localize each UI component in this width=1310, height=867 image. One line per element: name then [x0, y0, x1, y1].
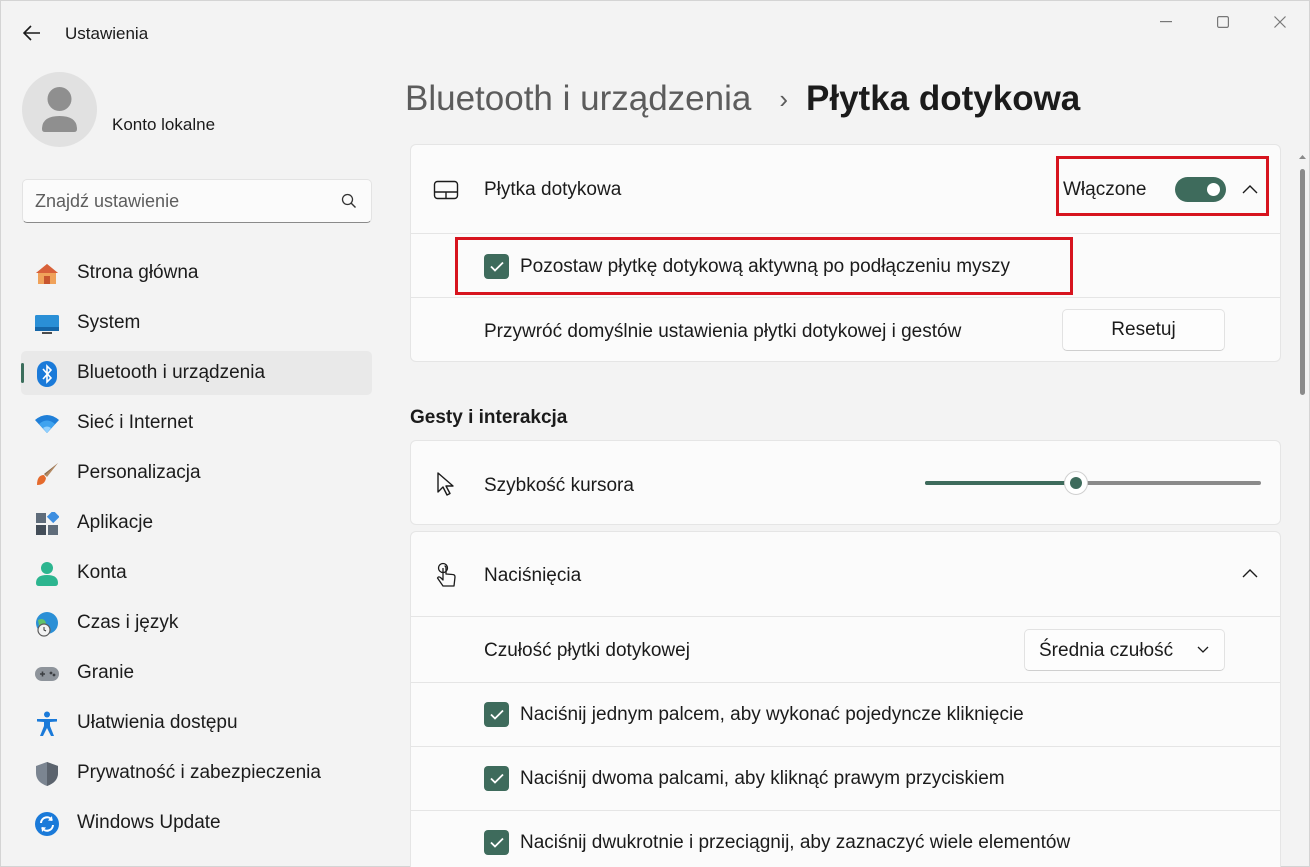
close-icon [1274, 16, 1286, 28]
wifi-icon [34, 411, 60, 437]
touchpad-title: Płytka dotykowa [484, 179, 622, 200]
sidebar-item-label: Windows Update [77, 812, 221, 833]
minimize-button[interactable] [1143, 9, 1189, 35]
sidebar-item-personalization[interactable]: Personalizacja [21, 451, 372, 495]
double-tap-drag-checkbox[interactable] [484, 830, 509, 855]
section-title-gestures: Gesty i interakcja [410, 407, 568, 428]
checkmark-icon [489, 837, 504, 848]
taps-card: Naciśnięcia Czułość płytki dotykowej Śre… [410, 531, 1281, 867]
bluetooth-icon [34, 361, 60, 387]
cursor-speed-label: Szybkość kursora [484, 475, 634, 496]
taps-header-row[interactable]: Naciśnięcia [411, 532, 1280, 616]
tap-option-row: Naciśnij jednym palcem, aby wykonać poje… [411, 682, 1280, 746]
sidebar-item-gaming[interactable]: Granie [21, 651, 372, 695]
sidebar-item-label: Czas i język [77, 612, 179, 633]
sidebar-nav: Strona główna System Bluetooth i urządze… [21, 251, 372, 851]
app-title: Ustawienia [65, 24, 149, 43]
highlight-checkbox-annotation [455, 237, 1073, 295]
breadcrumb-parent-link[interactable]: Bluetooth i urządzenia [405, 79, 751, 119]
sidebar-item-label: Granie [77, 662, 135, 683]
scrollbar[interactable] [1298, 149, 1307, 859]
reset-row-label: Przywróć domyślnie ustawienia płytki dot… [484, 321, 962, 342]
sensitivity-row: Czułość płytki dotykowej Średnia czułość [411, 616, 1280, 682]
accessibility-icon [34, 711, 60, 737]
sidebar-item-system[interactable]: System [21, 301, 372, 345]
maximize-icon [1217, 16, 1229, 28]
maximize-button[interactable] [1200, 9, 1246, 35]
reset-button[interactable]: Resetuj [1062, 309, 1225, 351]
double-tap-drag-label: Naciśnij dwukrotnie i przeciągnij, aby z… [520, 832, 1071, 853]
single-tap-label: Naciśnij jednym palcem, aby wykonać poje… [520, 704, 1024, 725]
scroll-up-icon [1299, 155, 1306, 159]
reset-row: Przywróć domyślnie ustawienia płytki dot… [411, 297, 1280, 363]
touchpad-icon [433, 177, 459, 203]
sidebar-item-label: Personalizacja [77, 462, 201, 483]
account-icon [34, 561, 60, 587]
breadcrumb: Bluetooth i urządzenia › Płytka dotykowa [405, 77, 1080, 121]
chevron-up-icon[interactable] [1240, 563, 1260, 583]
page-title: Płytka dotykowa [806, 79, 1081, 118]
sidebar-item-windows-update[interactable]: Windows Update [21, 801, 372, 845]
chevron-down-icon [1196, 642, 1210, 661]
sidebar-item-label: System [77, 312, 141, 333]
globe-clock-icon [34, 611, 60, 637]
sidebar-item-label: Bluetooth i urządzenia [77, 362, 266, 383]
search-box[interactable] [22, 179, 372, 223]
sidebar-item-network[interactable]: Sieć i Internet [21, 401, 372, 445]
user-icon [42, 87, 77, 132]
tap-hand-icon [433, 562, 459, 588]
gamepad-icon [34, 661, 60, 687]
search-input[interactable] [35, 189, 335, 213]
sidebar-item-accounts[interactable]: Konta [21, 551, 372, 595]
scroll-thumb[interactable] [1300, 169, 1305, 395]
shield-icon [34, 761, 60, 787]
search-icon[interactable] [341, 193, 357, 214]
avatar[interactable] [22, 72, 97, 147]
minimize-icon [1160, 21, 1172, 23]
tap-option-row: Naciśnij dwukrotnie i przeciągnij, aby z… [411, 810, 1280, 867]
system-icon [34, 311, 60, 337]
sidebar-item-label: Prywatność i zabezpieczenia [77, 762, 321, 783]
cursor-speed-slider[interactable] [925, 471, 1261, 495]
two-finger-tap-label: Naciśnij dwoma palcami, aby kliknąć praw… [520, 768, 1005, 789]
sidebar-item-label: Sieć i Internet [77, 412, 194, 433]
slider-fill [925, 481, 1077, 485]
back-arrow-icon [23, 25, 40, 41]
account-name: Konto lokalne [112, 115, 216, 134]
update-icon [34, 811, 60, 837]
single-tap-checkbox[interactable] [484, 702, 509, 727]
apps-icon [34, 511, 60, 537]
highlight-toggle-annotation [1056, 156, 1269, 216]
tap-option-row: Naciśnij dwoma palcami, aby kliknąć praw… [411, 746, 1280, 810]
sensitivity-label: Czułość płytki dotykowej [484, 640, 690, 661]
close-button[interactable] [1257, 9, 1303, 35]
sidebar-item-label: Ułatwienia dostępu [77, 712, 238, 733]
two-finger-tap-checkbox[interactable] [484, 766, 509, 791]
sidebar-item-time-language[interactable]: Czas i język [21, 601, 372, 645]
sidebar-item-label: Aplikacje [77, 512, 154, 533]
sidebar-item-home[interactable]: Strona główna [21, 251, 372, 295]
sidebar-item-privacy[interactable]: Prywatność i zabezpieczenia [21, 751, 372, 795]
slider-thumb[interactable] [1064, 471, 1089, 495]
checkmark-icon [489, 709, 504, 720]
sidebar-item-accessibility[interactable]: Ułatwienia dostępu [21, 701, 372, 745]
title-bar: Ustawienia [1, 1, 1309, 65]
sidebar-item-bluetooth[interactable]: Bluetooth i urządzenia [21, 351, 372, 395]
sidebar-item-label: Konta [77, 562, 127, 583]
sensitivity-value: Średnia czułość [1039, 640, 1174, 661]
cursor-icon [433, 471, 459, 497]
sensitivity-dropdown[interactable]: Średnia czułość [1024, 629, 1225, 671]
breadcrumb-separator: › [779, 83, 789, 114]
back-button[interactable] [19, 21, 45, 45]
taps-title: Naciśnięcia [484, 565, 582, 586]
settings-window: Ustawienia Konto lokalne Strona główn [0, 0, 1310, 867]
home-icon [34, 261, 60, 287]
sidebar-item-label: Strona główna [77, 262, 199, 283]
checkmark-icon [489, 773, 504, 784]
cursor-speed-card: Szybkość kursora [410, 440, 1281, 525]
brush-icon [34, 461, 60, 487]
sidebar-item-apps[interactable]: Aplikacje [21, 501, 372, 545]
